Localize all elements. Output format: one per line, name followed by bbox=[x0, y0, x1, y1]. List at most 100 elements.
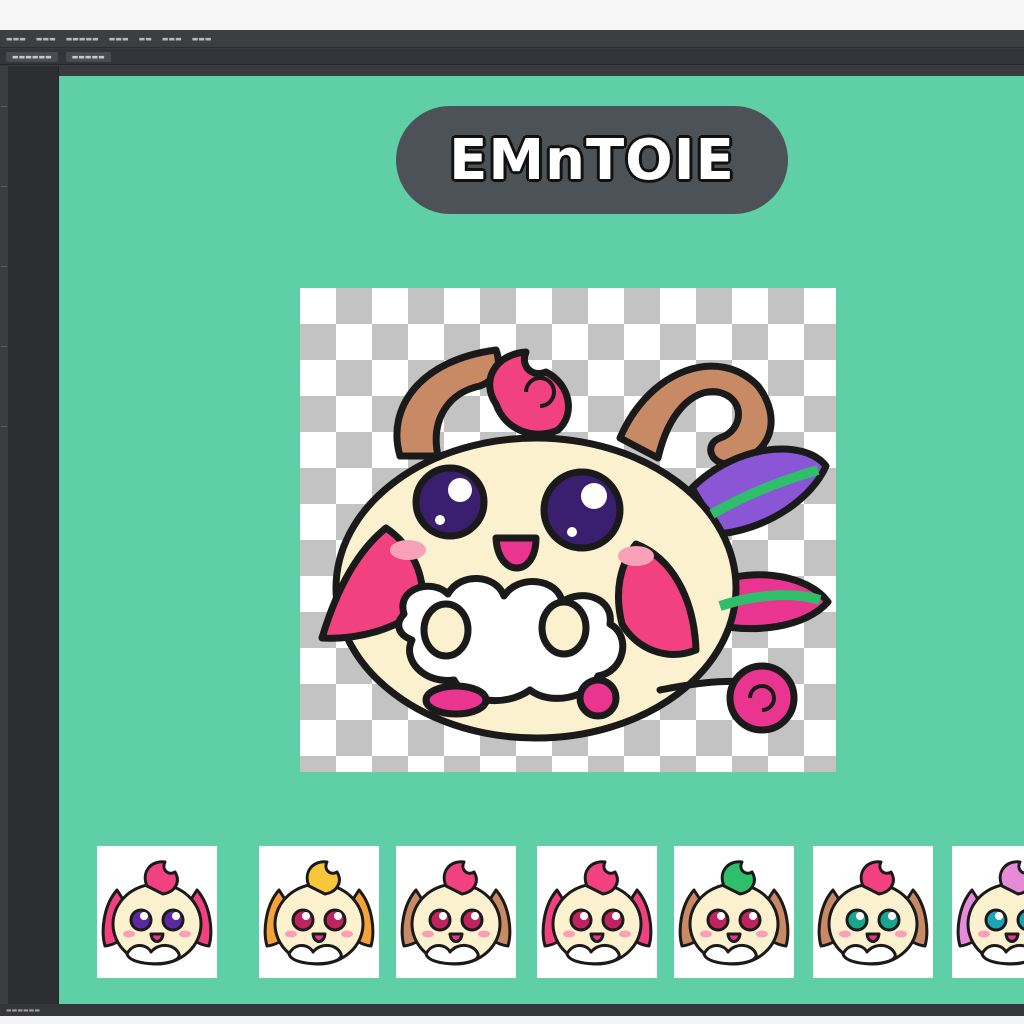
thumbnail-pink-curly-hair-creature[interactable] bbox=[952, 846, 1024, 978]
thumb-tuft bbox=[143, 860, 179, 896]
thumb-right-eye bbox=[323, 908, 347, 932]
thumb-left-eye bbox=[129, 908, 153, 932]
thumb-right-eye-highlight bbox=[749, 912, 757, 920]
ruler-rail bbox=[0, 66, 8, 1016]
ruler-tick bbox=[1, 106, 7, 107]
thumbnail-yellow-orange-creature[interactable] bbox=[259, 846, 379, 978]
right-eye-sparkle bbox=[567, 527, 577, 537]
thumb-right-eye bbox=[161, 908, 185, 932]
right-eye-highlight bbox=[581, 483, 607, 509]
menu-item-6[interactable]: ▬▬▬ bbox=[162, 35, 182, 43]
thumb-left-blush bbox=[123, 930, 135, 938]
menu-item-4[interactable]: ▬▬▬ bbox=[109, 35, 129, 43]
menu-item-1[interactable]: ▬▬▬ bbox=[6, 35, 26, 43]
thumbnail-creature bbox=[101, 860, 213, 966]
editor-window: ▬▬▬ ▬▬▬ ▬▬▬▬▬ ▬▬▬ ▬▬ ▬▬▬ ▬▬▬ ▬▬▬▬▬▬ ▬▬▬▬… bbox=[0, 30, 1024, 1016]
thumb-fur bbox=[980, 944, 1024, 966]
thumbnail-creature bbox=[678, 860, 790, 966]
thumb-left-blush bbox=[700, 930, 712, 938]
tool-panel bbox=[0, 66, 59, 1016]
status-bar: ▬▬▬▬▬▬ bbox=[0, 1004, 1024, 1016]
thumb-right-eye-highlight bbox=[612, 912, 620, 920]
thumbnail-pink-leaf-ear-creature[interactable] bbox=[537, 846, 657, 978]
thumb-left-eye-highlight bbox=[856, 912, 864, 920]
thumb-left-blush bbox=[563, 930, 575, 938]
thumb-left-eye-highlight bbox=[717, 912, 725, 920]
thumb-mouth bbox=[726, 932, 742, 943]
thumbnail-creature bbox=[817, 860, 929, 966]
center-ball bbox=[576, 676, 620, 720]
ruler-tick bbox=[1, 186, 7, 187]
thumb-left-eye-highlight bbox=[140, 912, 148, 920]
thumb-tuft bbox=[859, 860, 895, 896]
menu-item-5[interactable]: ▬▬ bbox=[139, 35, 152, 43]
thumb-fur bbox=[565, 944, 621, 966]
right-paw bbox=[538, 598, 590, 658]
thumb-right-blush bbox=[619, 930, 631, 938]
status-text: ▬▬▬▬▬▬ bbox=[6, 1006, 41, 1014]
thumb-left-eye bbox=[706, 908, 730, 932]
thumbnail-pink-floppy-ear-creature[interactable] bbox=[97, 846, 217, 978]
left-blush bbox=[390, 540, 426, 560]
thumb-right-blush bbox=[341, 930, 353, 938]
left-foot bbox=[422, 682, 490, 718]
thumb-tuft bbox=[442, 860, 478, 896]
thumb-right-eye-highlight bbox=[172, 912, 180, 920]
left-eye-sparkle bbox=[435, 515, 445, 525]
thumb-right-eye-highlight bbox=[888, 912, 896, 920]
thumb-right-eye bbox=[601, 908, 625, 932]
menu-item-2[interactable]: ▬▬▬ bbox=[36, 35, 56, 43]
thumb-mouth bbox=[448, 932, 464, 943]
title-banner: EMnTOIE bbox=[396, 106, 788, 214]
thumbnail-creature bbox=[956, 860, 1024, 966]
thumb-right-eye-highlight bbox=[334, 912, 342, 920]
transparent-preview[interactable] bbox=[300, 288, 836, 772]
artboard-canvas[interactable]: EMnTOIE bbox=[59, 76, 1024, 1004]
thumb-tuft bbox=[583, 860, 619, 896]
thumb-left-blush bbox=[978, 930, 990, 938]
right-horn bbox=[616, 362, 775, 468]
document-tab-1[interactable]: ▬▬▬▬▬▬ bbox=[6, 51, 58, 62]
thumbnail-teal-eyed-horned-creature[interactable] bbox=[813, 846, 933, 978]
menu-item-7[interactable]: ▬▬▬ bbox=[192, 35, 212, 43]
pink-tuft bbox=[486, 348, 572, 438]
ruler-tick bbox=[1, 346, 7, 347]
document-tab-bar: ▬▬▬▬▬▬ ▬▬▬▬▬ bbox=[0, 49, 1024, 65]
menu-item-3[interactable]: ▬▬▬▬▬ bbox=[66, 35, 99, 43]
desktop-top-strip bbox=[0, 0, 1024, 30]
main-emote-illustration bbox=[318, 346, 832, 742]
ruler-tick bbox=[1, 426, 7, 427]
thumb-right-eye-highlight bbox=[471, 912, 479, 920]
thumb-right-eye bbox=[1016, 909, 1024, 931]
thumb-left-eye bbox=[569, 908, 593, 932]
thumb-fur bbox=[702, 944, 758, 966]
thumb-mouth bbox=[589, 932, 605, 943]
right-blush bbox=[618, 546, 654, 566]
thumb-left-eye-highlight bbox=[302, 912, 310, 920]
thumb-mouth bbox=[311, 932, 327, 943]
mouth bbox=[492, 534, 540, 572]
thumb-fur bbox=[287, 944, 343, 966]
thumb-left-eye bbox=[291, 908, 315, 932]
left-eye bbox=[412, 464, 488, 540]
thumbnail-horned-leaf-creature[interactable] bbox=[674, 846, 794, 978]
thumb-tuft bbox=[720, 860, 756, 896]
thumb-right-eye bbox=[460, 908, 484, 932]
thumb-right-blush bbox=[179, 930, 191, 938]
title-text: EMnTOIE bbox=[449, 127, 735, 193]
thumb-fur bbox=[841, 944, 897, 966]
thumb-left-eye bbox=[845, 908, 869, 932]
tail-swirl bbox=[726, 662, 798, 734]
thumb-right-blush bbox=[478, 930, 490, 938]
thumb-left-eye-highlight bbox=[439, 912, 447, 920]
thumbnail-horned-wing-creature[interactable] bbox=[396, 846, 516, 978]
menu-bar: ▬▬▬ ▬▬▬ ▬▬▬▬▬ ▬▬▬ ▬▬ ▬▬▬ ▬▬▬ bbox=[0, 30, 1024, 48]
document-tab-2[interactable]: ▬▬▬▬▬ bbox=[65, 51, 111, 62]
thumb-tuft bbox=[305, 860, 341, 896]
right-eye bbox=[540, 468, 624, 552]
thumb-left-eye-highlight bbox=[580, 912, 588, 920]
ruler-tick bbox=[1, 266, 7, 267]
thumb-left-eye bbox=[428, 908, 452, 932]
thumb-left-blush bbox=[285, 930, 297, 938]
emote-thumbnail-strip bbox=[97, 846, 1024, 981]
